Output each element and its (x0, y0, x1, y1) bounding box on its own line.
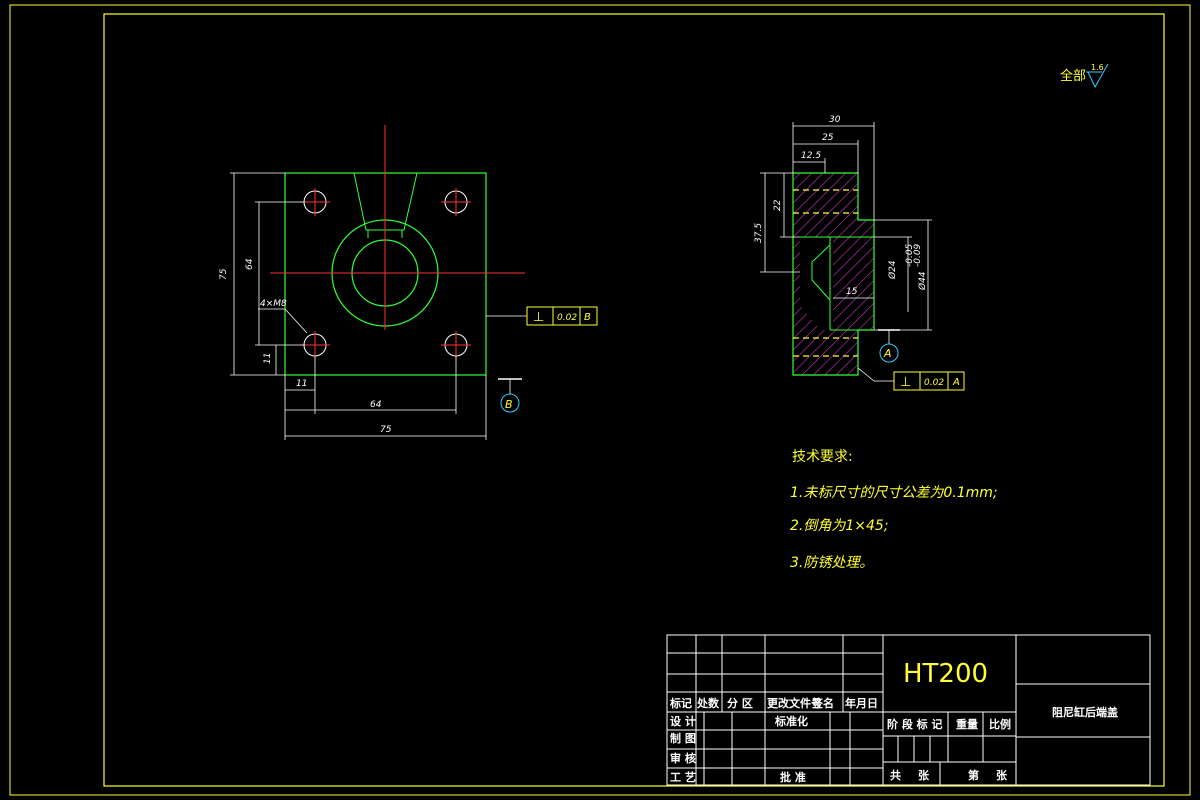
dim-side-outer-tol-lower: -0.09 (913, 243, 923, 267)
part-name: 阻尼缸后端盖 (1052, 705, 1118, 719)
dim-side-37-5: 37.5 (754, 223, 764, 243)
rev-header-1: 标记 (669, 696, 692, 710)
tolerance-value-side: 0.02 (924, 378, 944, 388)
side-section-hatch (793, 173, 874, 375)
rev-header-5: 签名 (811, 696, 834, 710)
perpendicularity-icon-side: ⊥ (900, 375, 911, 390)
tech-requirements: 技术要求: 1.未标尺寸的尺寸公差为0.1mm; 2.倒角为1×45; 3.防锈… (790, 449, 998, 571)
dim-side-30: 30 (829, 115, 841, 125)
datum-b: B (498, 378, 522, 413)
tolerance-datum-side: A (952, 377, 960, 388)
dim-height-64: 64 (245, 258, 255, 270)
sheet-inner-border (103, 13, 1165, 787)
tolerance-frame-side: ⊥ 0.02 A (857, 367, 965, 391)
tolerance-datum-front: B (584, 312, 591, 323)
sheet-label: 第 (968, 768, 979, 782)
rev-header-2: 处数 (696, 696, 720, 710)
datum-a: A (878, 329, 900, 363)
rev-header-3: 分 区 (727, 696, 753, 710)
label-standardize: 标准化 (774, 714, 808, 728)
tech-item-2: 2.倒角为1×45; (790, 518, 889, 534)
sheet-outer-border (9, 4, 1191, 796)
tech-item-1: 1.未标尺寸的尺寸公差为0.1mm; (790, 485, 998, 501)
dim-offset-x-11: 11 (296, 379, 307, 389)
tech-heading: 技术要求: (792, 449, 853, 465)
tolerance-value-front: 0.02 (557, 313, 577, 323)
weight-header: 重量 (956, 717, 978, 731)
drawing-canvas: 全部 1.6 75 64 11 11 64 75 4×M8 ⊥ 0.02 B B… (9, 4, 1191, 796)
dim-side-outer: Ø44 (917, 271, 928, 291)
label-drawing: 制 图 (670, 731, 696, 745)
material-label: HT200 (903, 659, 988, 689)
front-view: 75 64 11 11 64 75 4×M8 ⊥ 0.02 B B (219, 125, 598, 440)
dim-width-64: 64 (370, 400, 382, 410)
roughness-label: 全部 (1060, 68, 1086, 84)
dim-side-25: 25 (822, 133, 834, 143)
dim-side-15: 15 (846, 287, 858, 297)
total-label: 共 (890, 768, 901, 782)
perpendicularity-icon: ⊥ (533, 310, 544, 325)
scale-header: 比例 (989, 717, 1011, 731)
total-unit: 张 (918, 768, 930, 782)
dim-offset-y-11: 11 (263, 353, 273, 364)
dim-height-75: 75 (219, 268, 229, 280)
label-approve: 批 准 (780, 770, 806, 784)
dim-side-12-5: 12.5 (801, 151, 821, 161)
label-review: 审 核 (670, 751, 696, 765)
roughness-note: 全部 1.6 (1060, 63, 1109, 89)
stage-header: 阶 段 标 记 (887, 717, 943, 731)
rev-header-6: 年月日 (845, 696, 878, 710)
dim-side-bore: Ø24 (887, 260, 898, 280)
sheet-unit: 张 (996, 768, 1008, 782)
datum-a-label: A (883, 347, 892, 360)
label-process: 工 艺 (670, 770, 696, 784)
tolerance-frame-front: ⊥ 0.02 B (486, 306, 598, 326)
roughness-value: 1.6 (1091, 63, 1104, 72)
tech-item-3: 3.防锈处理。 (790, 555, 873, 571)
dim-side-22: 22 (773, 199, 783, 211)
side-view: 30 25 12.5 22 37.5 Ø24 Ø44 -0.05 -0.09 1… (754, 115, 965, 391)
dim-width-75: 75 (380, 425, 392, 435)
datum-b-label: B (505, 398, 513, 411)
hole-callout: 4×M8 (260, 299, 287, 309)
label-design: 设 计 (670, 714, 696, 728)
title-block-text: HT200 阻尼缸后端盖 标记 处数 分 区 更改文件号 签名 年月日 设 计 … (669, 659, 1118, 784)
